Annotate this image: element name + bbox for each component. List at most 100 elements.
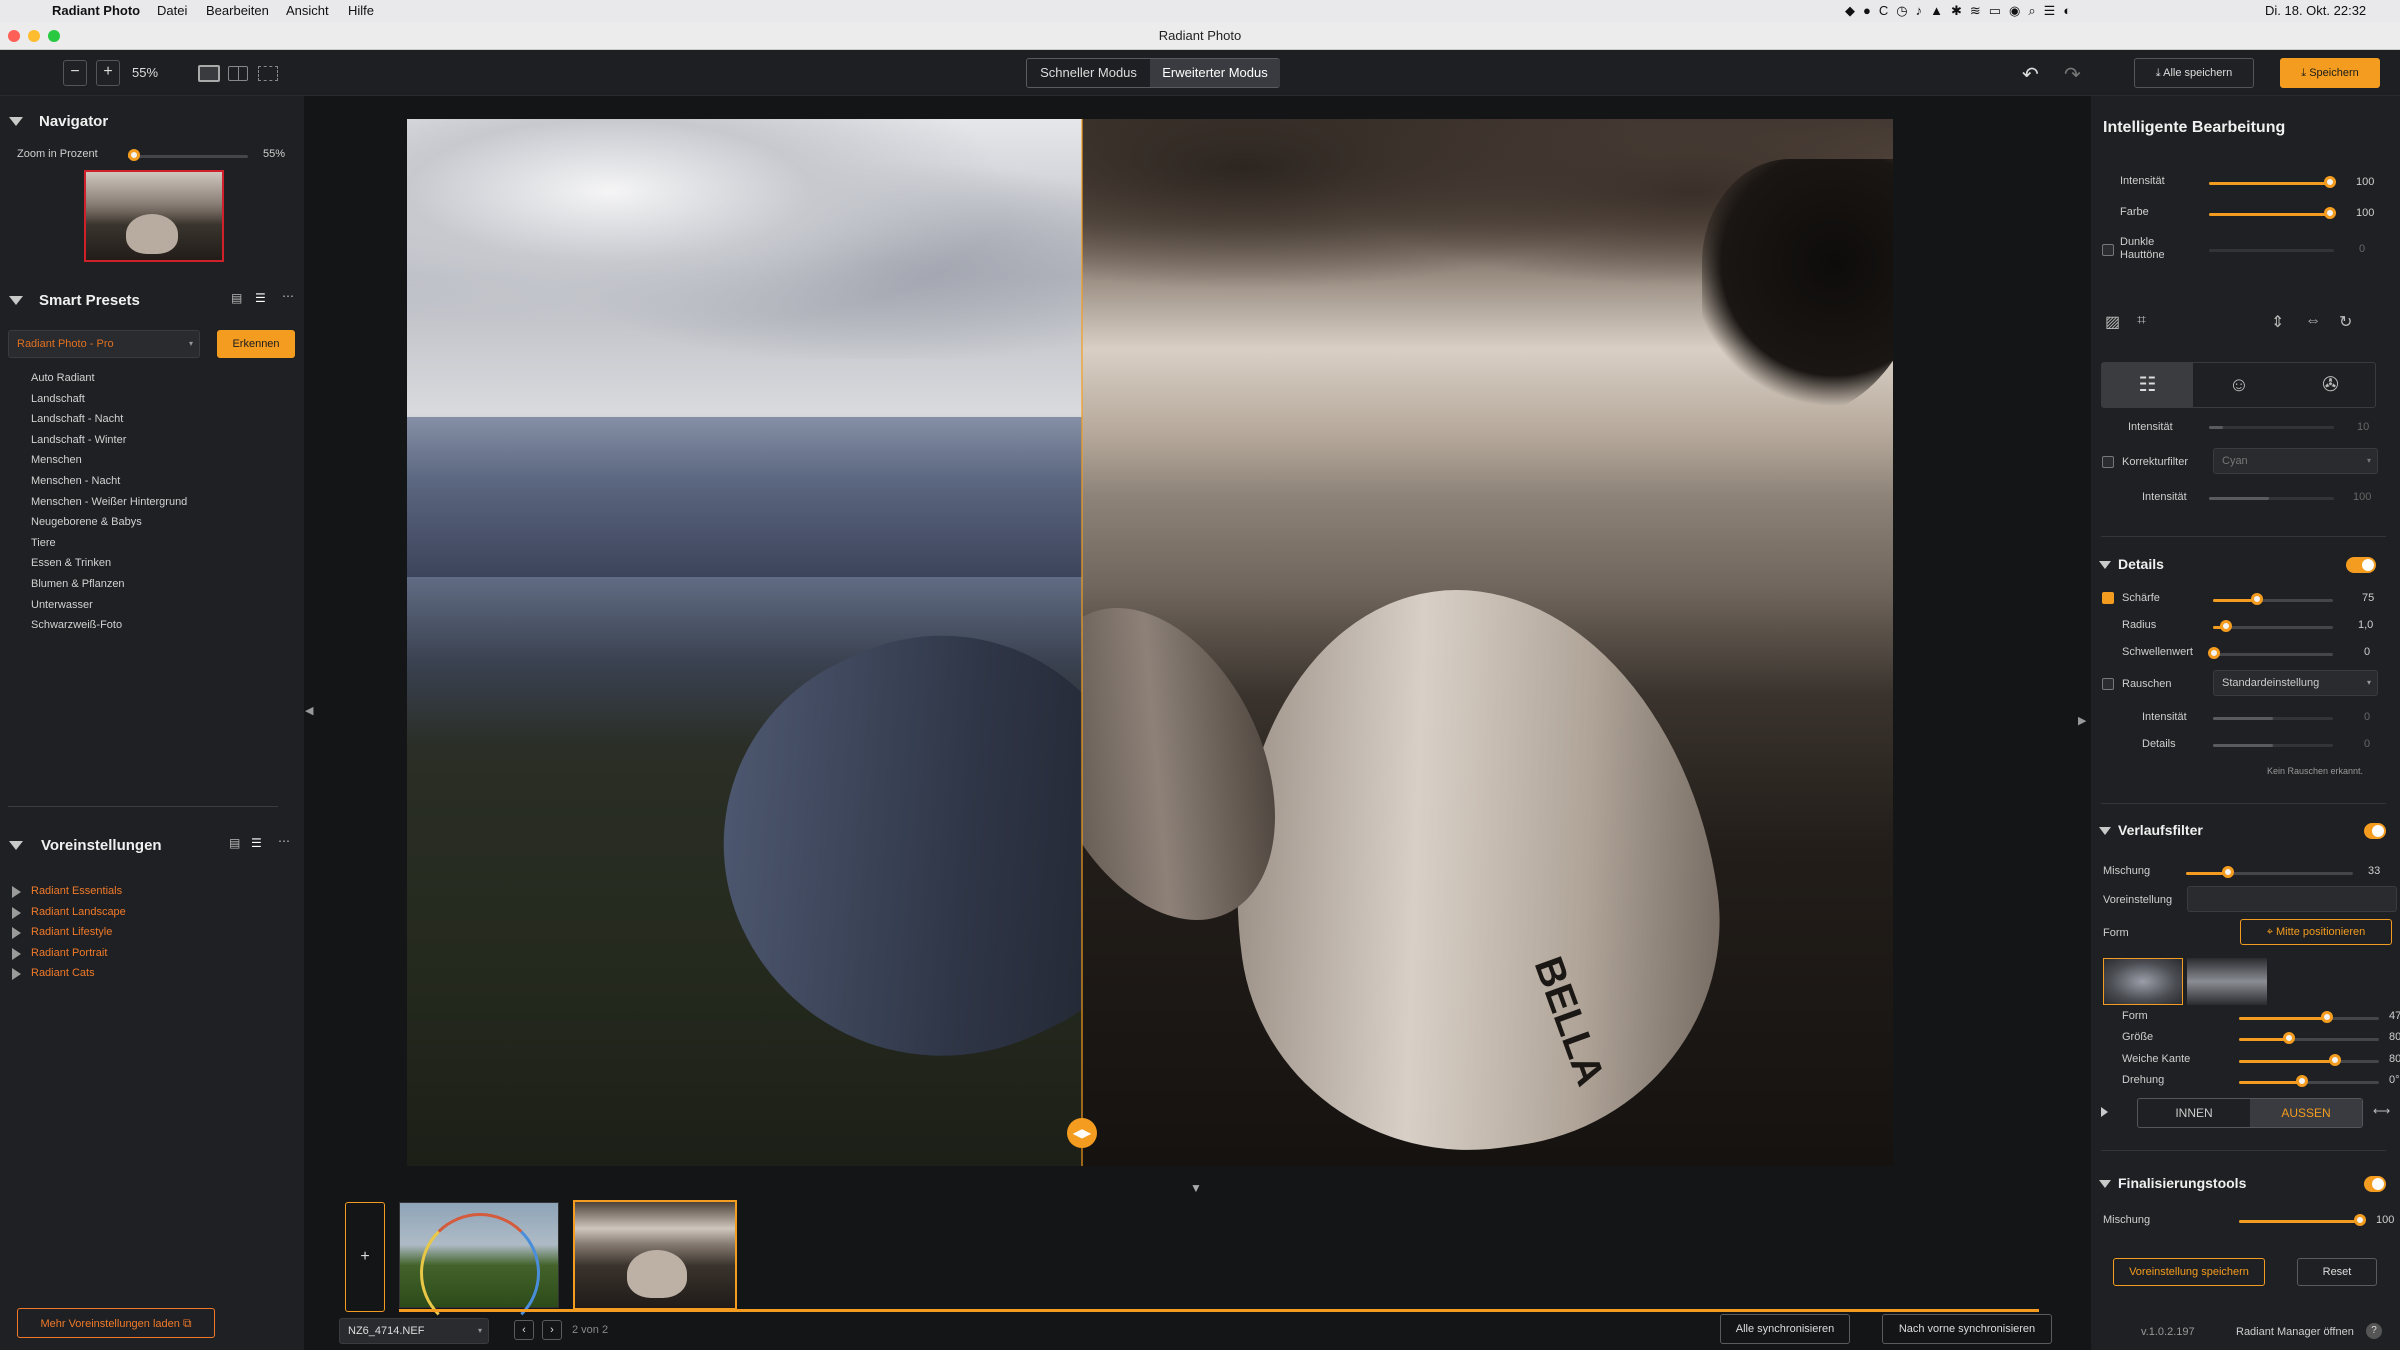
navigator-zoom-knob[interactable] (128, 149, 140, 161)
right-panel-toggle-icon[interactable]: ▶ (2078, 714, 2086, 727)
radiant-manager-link[interactable]: Radiant Manager öffnen (2236, 1326, 2354, 1338)
navigator-thumbnail[interactable] (84, 170, 224, 262)
preset-item[interactable]: Radiant Portrait (31, 947, 107, 959)
zoom-out-button[interactable]: − (63, 60, 87, 86)
next-image-button[interactable]: › (542, 1320, 562, 1340)
help-icon[interactable]: ? (2366, 1323, 2382, 1339)
outside-tab[interactable]: AUSSEN (2250, 1099, 2362, 1127)
preset-expand-icon[interactable] (12, 927, 21, 940)
preset-expand-icon[interactable] (12, 968, 21, 981)
smart-preset-dropdown[interactable]: Radiant Photo - Pro ▾ (8, 330, 200, 358)
menu-file[interactable]: Datei (157, 3, 187, 18)
zoom-window-button[interactable] (48, 30, 60, 42)
more-icon[interactable]: ⋯ (282, 289, 294, 303)
radius-knob[interactable] (2220, 620, 2232, 632)
correction-filter-dropdown[interactable]: Cyan ▾ (2213, 448, 2378, 474)
preset-expand-icon[interactable] (12, 947, 21, 960)
preset-item[interactable]: Radiant Landscape (31, 906, 126, 918)
list-view-icon[interactable]: ☰ (255, 291, 266, 305)
status-icons[interactable]: ◆●C◷♪▲✱≋▭◉⌕☰◐ (1845, 3, 2079, 19)
tab-color-icon[interactable]: ✇ (2285, 363, 2376, 407)
quick-mode-tab[interactable]: Schneller Modus (1027, 59, 1150, 87)
tab-intensity-track[interactable] (2209, 426, 2334, 429)
smart-preset-item[interactable]: Blumen & Pflanzen (31, 578, 125, 590)
gradient-toggle[interactable] (2364, 823, 2386, 839)
tab-portrait-icon[interactable]: ☺ (2193, 363, 2285, 407)
crop-icon[interactable]: ⌗ (2137, 312, 2146, 330)
noise-checkbox[interactable] (2102, 678, 2114, 690)
presets-grid-view-icon[interactable]: ▤ (229, 836, 240, 850)
size-knob[interactable] (2283, 1032, 2295, 1044)
menu-help[interactable]: Hilfe (348, 3, 374, 18)
shape-knob[interactable] (2321, 1011, 2333, 1023)
sync-all-button[interactable]: Alle synchronisieren (1720, 1314, 1850, 1344)
smart-preset-item[interactable]: Landschaft - Nacht (31, 413, 123, 425)
correction-filter-checkbox[interactable] (2102, 456, 2114, 468)
save-preset-button[interactable]: Voreinstellung speichern (2113, 1258, 2265, 1286)
dark-skin-track[interactable] (2209, 249, 2334, 252)
save-button[interactable]: ⤓ Speichern (2280, 58, 2380, 88)
filmstrip-toggle-icon[interactable]: ▼ (1190, 1181, 1202, 1195)
intensity-knob[interactable] (2324, 176, 2336, 188)
preset-item[interactable]: Radiant Cats (31, 967, 95, 979)
smart-preset-item[interactable]: Unterwasser (31, 599, 93, 611)
close-window-button[interactable] (8, 30, 20, 42)
reset-button[interactable]: Reset (2297, 1258, 2377, 1286)
linear-gradient-shape[interactable] (2187, 958, 2267, 1005)
center-position-button[interactable]: ⌖ Mitte positionieren (2240, 919, 2392, 945)
smart-preset-item[interactable]: Auto Radiant (31, 372, 95, 384)
inside-tab[interactable]: INNEN (2138, 1099, 2250, 1127)
undo-icon[interactable]: ↶ (2022, 62, 2039, 87)
minimize-window-button[interactable] (28, 30, 40, 42)
gradient-preset-dropdown[interactable] (2187, 886, 2397, 912)
preset-item[interactable]: Radiant Lifestyle (31, 926, 112, 938)
flip-vertical-icon[interactable]: ⇕ (2271, 312, 2284, 332)
smart-preset-item[interactable]: Schwarzweiß-Foto (31, 619, 122, 631)
add-image-button[interactable]: + (345, 1202, 385, 1312)
preset-expand-icon[interactable] (12, 906, 21, 919)
file-dropdown[interactable]: NZ6_4714.NEF ▾ (339, 1318, 489, 1344)
before-image[interactable] (407, 119, 1082, 1166)
navigator-zoom-track[interactable] (128, 155, 248, 158)
smart-preset-item[interactable]: Menschen - Nacht (31, 475, 120, 487)
radial-gradient-shape[interactable] (2103, 958, 2183, 1005)
smart-preset-item[interactable]: Tiere (31, 537, 56, 549)
gradient-mix-knob[interactable] (2222, 866, 2234, 878)
finishing-collapse-icon[interactable] (2099, 1180, 2111, 1188)
split-handle-icon[interactable]: ◀▶ (1067, 1118, 1097, 1148)
presets-collapse-icon[interactable] (9, 841, 23, 850)
smart-preset-item[interactable]: Neugeborene & Babys (31, 516, 142, 528)
single-view-icon[interactable] (198, 65, 220, 82)
soft-edge-knob[interactable] (2329, 1054, 2341, 1066)
zoom-in-button[interactable]: + (96, 60, 120, 86)
prev-image-button[interactable]: ‹ (514, 1320, 534, 1340)
rotation-knob[interactable] (2296, 1075, 2308, 1087)
gradient-collapse-icon[interactable] (2099, 827, 2111, 835)
save-all-button[interactable]: ⤓ Alle speichern (2134, 58, 2254, 88)
sharpness-knob[interactable] (2251, 593, 2263, 605)
load-more-presets-button[interactable]: Mehr Voreinstellungen laden ⧉ (17, 1308, 215, 1338)
swap-icon[interactable]: ⟷ (2373, 1104, 2390, 1118)
filmstrip-scrollbar[interactable] (399, 1309, 2039, 1312)
tab-sliders-icon[interactable]: ☷ (2102, 363, 2193, 407)
preset-item[interactable]: Radiant Essentials (31, 885, 122, 897)
film-thumb-1[interactable] (399, 1202, 559, 1333)
sharpness-checkbox[interactable] (2102, 592, 2114, 604)
preset-expand-icon[interactable] (12, 886, 21, 898)
compare-view-icon[interactable] (258, 66, 278, 81)
presets-list-view-icon[interactable]: ☰ (251, 836, 262, 850)
advanced-expand-icon[interactable] (2101, 1107, 2108, 1117)
finishing-toggle[interactable] (2364, 1176, 2386, 1192)
threshold-knob[interactable] (2208, 647, 2220, 659)
menu-view[interactable]: Ansicht (286, 3, 329, 18)
color-knob[interactable] (2324, 207, 2336, 219)
film-thumb-2[interactable] (573, 1200, 737, 1310)
threshold-track[interactable] (2213, 653, 2333, 656)
sync-forward-button[interactable]: Nach vorne synchronisieren (1882, 1314, 2052, 1344)
smart-presets-collapse-icon[interactable] (9, 296, 23, 305)
finishing-mix-knob[interactable] (2354, 1214, 2366, 1226)
detect-button[interactable]: Erkennen (217, 330, 295, 358)
smart-preset-item[interactable]: Essen & Trinken (31, 557, 111, 569)
left-panel-toggle-icon[interactable]: ◀ (305, 704, 313, 717)
redo-icon[interactable]: ↷ (2064, 62, 2081, 87)
